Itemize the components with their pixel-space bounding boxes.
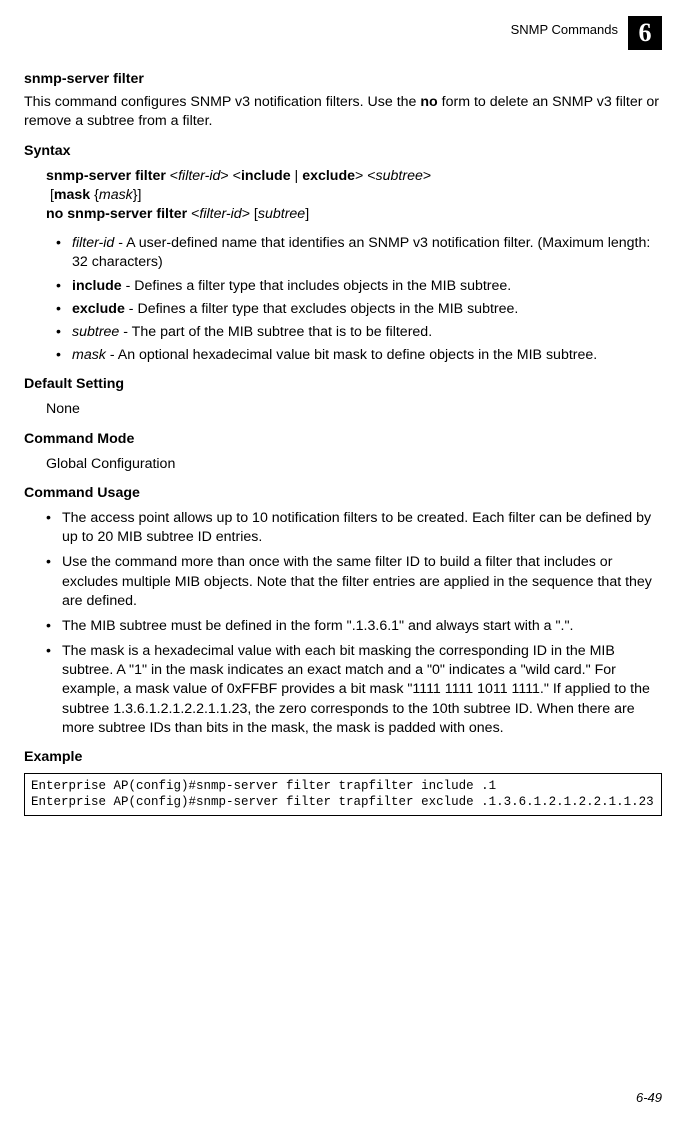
param-desc: - An optional hexadecimal value bit mask… bbox=[106, 347, 597, 363]
syntax-line-1: snmp-server filter <filter-id> <include … bbox=[46, 167, 662, 186]
mode-value: Global Configuration bbox=[46, 455, 662, 474]
syntax-no-subtree: subtree bbox=[258, 206, 305, 222]
usage-text: The mask is a hexadecimal value with eac… bbox=[62, 643, 650, 736]
example-heading: Example bbox=[24, 748, 662, 767]
syntax-block: snmp-server filter <filter-id> <include … bbox=[46, 167, 662, 225]
page-header: SNMP Commands 6 bbox=[24, 22, 662, 52]
param-name: exclude bbox=[72, 301, 125, 317]
syntax-filter-id: filter-id bbox=[178, 168, 220, 184]
param-item: mask - An optional hexadecimal value bit… bbox=[56, 346, 662, 365]
example-code-box: Enterprise AP(config)#snmp-server filter… bbox=[24, 773, 662, 816]
param-item: filter-id - A user-defined name that ide… bbox=[56, 234, 662, 272]
param-desc: - Defines a filter type that includes ob… bbox=[122, 278, 512, 294]
intro-text-b: no bbox=[420, 94, 437, 110]
usage-list: The access point allows up to 10 notific… bbox=[46, 509, 662, 738]
param-item: include - Defines a filter type that inc… bbox=[56, 277, 662, 296]
param-name: filter-id bbox=[72, 235, 114, 251]
intro-text-a: This command configures SNMP v3 notifica… bbox=[24, 94, 420, 110]
usage-text: Use the command more than once with the … bbox=[62, 554, 652, 608]
syntax-no-cmd: no snmp-server filter bbox=[46, 206, 187, 222]
param-desc: - Defines a filter type that excludes ob… bbox=[125, 301, 519, 317]
syntax-no-filter-id: filter-id bbox=[199, 206, 241, 222]
syntax-subtree: subtree bbox=[376, 168, 423, 184]
default-value: None bbox=[46, 400, 662, 419]
usage-heading: Command Usage bbox=[24, 484, 662, 503]
page-number: 6-49 bbox=[636, 1090, 662, 1105]
usage-text: The MIB subtree must be defined in the f… bbox=[62, 618, 573, 634]
chapter-number-box: 6 bbox=[628, 16, 662, 50]
param-desc: - The part of the MIB subtree that is to… bbox=[119, 324, 432, 340]
syntax-heading: Syntax bbox=[24, 142, 662, 161]
param-name: mask bbox=[72, 347, 106, 363]
chapter-number: 6 bbox=[639, 18, 652, 48]
usage-item: The MIB subtree must be defined in the f… bbox=[46, 617, 662, 636]
syntax-line-2: [mask {mask}] bbox=[46, 186, 662, 205]
syntax-cmd: snmp-server filter bbox=[46, 168, 166, 184]
param-item: exclude - Defines a filter type that exc… bbox=[56, 300, 662, 319]
param-desc: - A user-defined name that identifies an… bbox=[72, 235, 650, 270]
param-name: include bbox=[72, 278, 122, 294]
param-item: subtree - The part of the MIB subtree th… bbox=[56, 323, 662, 342]
usage-item: Use the command more than once with the … bbox=[46, 553, 662, 611]
syntax-mask-val: mask bbox=[99, 187, 133, 203]
syntax-line-3: no snmp-server filter <filter-id> [subtr… bbox=[46, 205, 662, 224]
usage-item: The access point allows up to 10 notific… bbox=[46, 509, 662, 547]
header-section-text: SNMP Commands bbox=[511, 22, 618, 37]
mode-heading: Command Mode bbox=[24, 430, 662, 449]
syntax-include: include bbox=[241, 168, 291, 184]
usage-item: The mask is a hexadecimal value with eac… bbox=[46, 642, 662, 738]
page-container: SNMP Commands 6 snmp-server filter This … bbox=[0, 0, 686, 1123]
syntax-mask-kw: mask bbox=[54, 187, 90, 203]
param-name: subtree bbox=[72, 324, 119, 340]
intro-paragraph: This command configures SNMP v3 notifica… bbox=[24, 93, 662, 131]
command-title: snmp-server filter bbox=[24, 70, 662, 89]
parameter-list: filter-id - A user-defined name that ide… bbox=[56, 234, 662, 365]
default-heading: Default Setting bbox=[24, 375, 662, 394]
usage-text: The access point allows up to 10 notific… bbox=[62, 510, 651, 545]
content-area: snmp-server filter This command configur… bbox=[24, 52, 662, 816]
syntax-exclude: exclude bbox=[302, 168, 355, 184]
